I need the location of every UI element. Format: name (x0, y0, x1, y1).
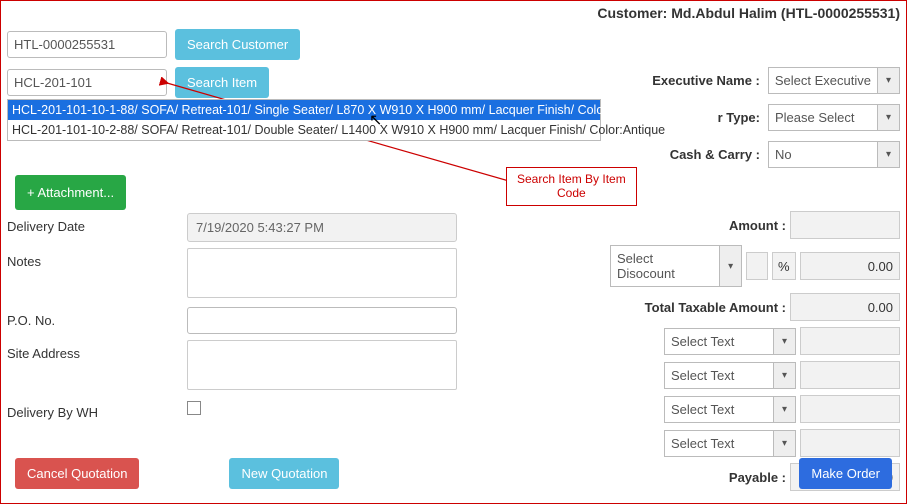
discount-value: 0.00 (800, 252, 900, 280)
item-option-1[interactable]: HCL-201-101-10-1-88/ SOFA/ Retreat-101/ … (8, 100, 600, 120)
delivery-wh-checkbox[interactable] (187, 401, 201, 415)
delivery-date-label: Delivery Date (7, 213, 187, 234)
customer-type-select[interactable]: Please Select ▾ (768, 104, 900, 131)
tax-select-1[interactable]: Select Text▾ (664, 328, 796, 355)
amount-value (790, 211, 900, 239)
search-item-button[interactable]: Search Item (175, 67, 269, 98)
callout-label: Search Item By Item Code (506, 167, 637, 206)
chevron-down-icon: ▾ (878, 67, 900, 94)
tax-select-2[interactable]: Select Text▾ (664, 362, 796, 389)
tax-value-4 (800, 429, 900, 457)
customer-search-input[interactable] (7, 31, 167, 58)
item-autocomplete-list[interactable]: HCL-201-101-10-1-88/ SOFA/ Retreat-101/ … (7, 99, 601, 141)
cancel-quotation-button[interactable]: Cancel Quotation (15, 458, 139, 489)
notes-input[interactable] (187, 248, 457, 298)
item-search-row: Search Item (7, 67, 269, 98)
cash-carry-select[interactable]: No ▾ (768, 141, 900, 168)
make-order-button[interactable]: Make Order (799, 458, 892, 489)
tax-select-4[interactable]: Select Text▾ (664, 430, 796, 457)
site-address-label: Site Address (7, 340, 187, 361)
customer-search-row: Search Customer (7, 29, 300, 60)
chevron-down-icon: ▾ (774, 430, 796, 457)
chevron-down-icon: ▾ (878, 141, 900, 168)
search-customer-button[interactable]: Search Customer (175, 29, 300, 60)
discount-select-value: Select Disocount (610, 245, 720, 287)
total-taxable-label: Total Taxable Amount : (610, 300, 786, 315)
customer-type-select-value: Please Select (768, 104, 878, 131)
item-option-2[interactable]: HCL-201-101-10-2-88/ SOFA/ Retreat-101/ … (8, 120, 600, 140)
amount-label: Amount : (610, 218, 786, 233)
chevron-down-icon: ▾ (774, 328, 796, 355)
left-form: Delivery Date 7/19/2020 5:43:27 PM Notes… (7, 213, 467, 426)
app-frame: Customer: Md.Abdul Halim (HTL-0000255531… (0, 0, 907, 504)
callout-line1: Search Item By Item (517, 172, 626, 186)
customer-name: Md.Abdul Halim (671, 5, 777, 21)
customer-prefix: Customer: (597, 5, 667, 21)
new-quotation-button[interactable]: New Quotation (229, 458, 339, 489)
executive-label: Executive Name : (652, 73, 760, 88)
chevron-down-icon: ▾ (774, 396, 796, 423)
delivery-date-value[interactable]: 7/19/2020 5:43:27 PM (187, 213, 457, 242)
tax-value-2 (800, 361, 900, 389)
po-no-input[interactable] (187, 307, 457, 334)
percent-label: % (772, 252, 796, 280)
discount-select[interactable]: Select Disocount ▾ (610, 245, 742, 287)
tax-value-3 (800, 395, 900, 423)
attachment-button[interactable]: + Attachment... (15, 175, 126, 210)
customer-code: HTL-0000255531 (786, 5, 896, 21)
bottom-bar: Cancel Quotation New Quotation Make Orde… (15, 458, 892, 489)
chevron-down-icon: ▾ (720, 245, 742, 287)
site-address-input[interactable] (187, 340, 457, 390)
discount-amount-input[interactable] (746, 252, 768, 280)
po-no-label: P.O. No. (7, 307, 187, 328)
executive-select[interactable]: Select Executive ▾ (768, 67, 900, 94)
customer-type-label: r Type: (718, 110, 760, 125)
delivery-wh-label: Delivery By WH (7, 399, 187, 420)
customer-header: Customer: Md.Abdul Halim (HTL-0000255531… (597, 5, 900, 21)
chevron-down-icon: ▾ (774, 362, 796, 389)
tax-select-3[interactable]: Select Text▾ (664, 396, 796, 423)
executive-select-value: Select Executive (768, 67, 878, 94)
callout-line2: Code (517, 186, 626, 200)
cash-carry-select-value: No (768, 141, 878, 168)
notes-label: Notes (7, 248, 187, 269)
chevron-down-icon: ▾ (878, 104, 900, 131)
tax-value-1 (800, 327, 900, 355)
cash-carry-label: Cash & Carry : (670, 147, 760, 162)
amounts-panel: Amount : Select Disocount ▾ % 0.00 Total… (610, 211, 900, 497)
item-search-input[interactable] (7, 69, 167, 96)
total-taxable-value: 0.00 (790, 293, 900, 321)
right-selects: Executive Name : Select Executive ▾ r Ty… (652, 67, 900, 178)
